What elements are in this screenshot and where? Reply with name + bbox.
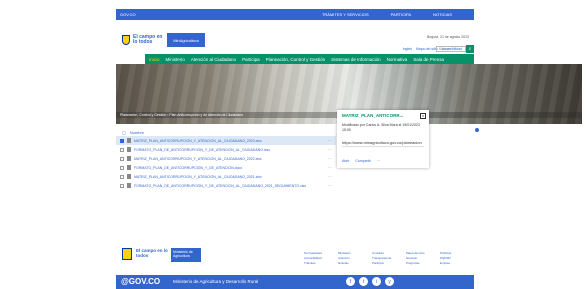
- footer-link[interactable]: Atención: [338, 256, 370, 260]
- document-library: ▢ Nombre MATRIZ_PLAN_ANTICORRUPCION_Y_AT…: [116, 128, 336, 190]
- footer-link[interactable]: Participa: [372, 261, 404, 265]
- top-nav-noticias[interactable]: NOTICIAS: [433, 12, 452, 17]
- file-row[interactable]: FORMATO_PLAN_DE_ANTICORRUPCION_Y_DE_ATEN…: [116, 163, 336, 172]
- footer-link[interactable]: Preguntas: [406, 261, 438, 265]
- more-options-icon[interactable]: ···: [328, 165, 336, 170]
- top-nav: TRÁMITES Y SERVICIOS PARTICIPA NOTICIAS: [322, 12, 452, 17]
- popup-title: MATRIZ_PLAN_ANTICORR...: [342, 113, 404, 118]
- open-button[interactable]: Abrir: [342, 159, 349, 163]
- footer-link[interactable]: Noticias: [338, 261, 370, 265]
- info-icon[interactable]: [475, 128, 479, 132]
- nav-item-inicio[interactable]: Inicio: [149, 57, 160, 62]
- site-footer: El campo en lo todos Ministerio de Agric…: [116, 247, 474, 273]
- file-type-icon: ▢: [122, 129, 126, 135]
- gov-topbar: GOV.CO TRÁMITES Y SERVICIOS PARTICIPA NO…: [116, 9, 474, 20]
- search-icon[interactable]: ⌕: [466, 45, 474, 53]
- document-icon: [127, 183, 131, 188]
- youtube-icon[interactable]: y: [385, 277, 394, 286]
- file-row[interactable]: FORMATO_PLAN_DE_ANTICORRUPCION_Y_DE_ATEN…: [116, 181, 336, 190]
- govco-logo[interactable]: @GOV.CO: [121, 277, 160, 286]
- file-row[interactable]: MATRIZ_PLAN_ANTICORRUPCION_Y_ATENCION_AL…: [116, 136, 336, 145]
- current-date: Bogotá, 21 de agosto 2023: [426, 35, 469, 39]
- document-icon: [127, 156, 131, 161]
- site-header: El campo en lo todos MinAgricultura Bogo…: [116, 30, 474, 53]
- footer-link[interactable]: Transparencia: [372, 256, 404, 260]
- popup-description: Modificado por Carlos A. Silva Mora el 1…: [342, 123, 420, 132]
- nav-item-atencion[interactable]: Atención al Ciudadano: [191, 57, 236, 62]
- more-button[interactable]: ···: [377, 159, 381, 163]
- checkbox[interactable]: [120, 165, 124, 170]
- nav-item-ministerio[interactable]: Ministerio: [166, 57, 185, 62]
- footer-links: Normatividad Ministerio Contacto Mapa de…: [304, 251, 472, 265]
- checkbox[interactable]: [120, 174, 124, 179]
- instagram-icon[interactable]: i: [372, 277, 381, 286]
- checkbox[interactable]: [120, 183, 124, 188]
- footer-link[interactable]: Accesibilidad: [304, 256, 336, 260]
- more-options-icon[interactable]: ···: [328, 138, 336, 143]
- footer-link[interactable]: Contacto: [372, 251, 404, 255]
- file-name[interactable]: FORMATO_PLAN_DE_ANTICORRUPCION_Y_DE_ATEN…: [134, 148, 328, 152]
- file-name[interactable]: MATRIZ_PLAN_ANTICORRUPCION_Y_ATENCION_AL…: [134, 157, 328, 161]
- checkbox[interactable]: [120, 156, 124, 161]
- footer-link[interactable]: Ministerio: [338, 251, 370, 255]
- nav-item-sistemas[interactable]: Sistemas de Información: [331, 57, 381, 62]
- top-nav-tramites[interactable]: TRÁMITES Y SERVICIOS: [322, 12, 369, 17]
- nav-item-participa[interactable]: Participa: [242, 57, 260, 62]
- file-row[interactable]: MATRIZ_PLAN_ANTICORRUPCION_Y_ATENCION_AL…: [116, 172, 336, 181]
- file-row[interactable]: MATRIZ_PLAN_ANTICORRUPCION_Y_ATENCION_AL…: [116, 154, 336, 163]
- file-name[interactable]: MATRIZ_PLAN_ANTICORRUPCION_Y_ATENCION_AL…: [134, 175, 328, 179]
- popup-actions: Abrir Compartir ···: [342, 159, 380, 163]
- library-header: ▢ Nombre: [116, 128, 336, 136]
- top-nav-participa[interactable]: PARTICIPA: [391, 12, 411, 17]
- colombia-shield-icon: [122, 248, 132, 260]
- checkbox[interactable]: [120, 138, 124, 143]
- nav-item-prensa[interactable]: Sala de Prensa: [413, 57, 444, 62]
- util-link-mapa[interactable]: Mapa del sitio: [416, 47, 438, 51]
- social-links: f t i y: [346, 277, 394, 286]
- potencia-logo[interactable]: El campo en lo todos: [133, 35, 163, 45]
- more-options-icon[interactable]: ···: [328, 174, 336, 179]
- util-link-ingles[interactable]: Inglés: [403, 47, 412, 51]
- footer-link[interactable]: Empleo: [440, 261, 472, 265]
- close-icon[interactable]: ×: [420, 113, 426, 119]
- share-button[interactable]: Compartir: [355, 159, 370, 163]
- checkbox[interactable]: [120, 147, 124, 152]
- twitter-icon[interactable]: t: [359, 277, 368, 286]
- document-icon: [127, 147, 131, 152]
- colombia-shield-icon: [122, 35, 130, 45]
- file-preview-popup: MATRIZ_PLAN_ANTICORR... × Modificado por…: [337, 110, 429, 168]
- footer-ministry-logo[interactable]: Ministerio de Agricultura: [171, 248, 201, 262]
- search-input[interactable]: Buscar: [436, 46, 466, 52]
- footer-link[interactable]: Glosario: [406, 256, 438, 260]
- file-row[interactable]: FORMATO_PLAN_DE_ANTICORRUPCION_Y_DE_ATEN…: [116, 145, 336, 154]
- footer-potencia-logo[interactable]: El campo en lo todos: [136, 248, 168, 262]
- more-options-icon[interactable]: ···: [328, 147, 336, 152]
- file-name[interactable]: FORMATO_PLAN_DE_ANTICORRUPCION_Y_DE_ATEN…: [134, 184, 328, 188]
- file-name[interactable]: MATRIZ_PLAN_ANTICORRUPCION_Y_ATENCION_AL…: [134, 139, 328, 143]
- document-icon: [127, 165, 131, 170]
- footer-link[interactable]: Normatividad: [304, 251, 336, 255]
- document-icon: [127, 138, 131, 143]
- popup-url-field[interactable]: https://www.minagricultura.gov.co/planea…: [342, 140, 424, 147]
- page: GOV.CO TRÁMITES Y SERVICIOS PARTICIPA NO…: [0, 0, 586, 289]
- file-name[interactable]: FORMATO_PLAN_DE_ANTICORRUPCION_Y_DE_ATEN…: [134, 166, 328, 170]
- govco-link[interactable]: GOV.CO: [116, 12, 136, 17]
- govco-bottom-bar: @GOV.CO Ministerio de Agricultura y Desa…: [116, 275, 474, 289]
- more-options-icon[interactable]: ···: [328, 183, 336, 188]
- footer-link[interactable]: Trámites: [304, 261, 336, 265]
- facebook-icon[interactable]: f: [346, 277, 355, 286]
- main-nav: Inicio Ministerio Atención al Ciudadano …: [145, 54, 474, 64]
- more-options-icon[interactable]: ···: [328, 156, 336, 161]
- nav-item-planeacion[interactable]: Planeación, Control y Gestión: [266, 57, 326, 62]
- document-icon: [127, 174, 131, 179]
- nav-item-normativa[interactable]: Normativa: [387, 57, 408, 62]
- footer-link[interactable]: Mapa del sitio: [406, 251, 438, 255]
- footer-link[interactable]: Políticas: [440, 251, 472, 255]
- footer-link[interactable]: PQRSD: [440, 256, 472, 260]
- minagricultura-logo[interactable]: MinAgricultura: [167, 33, 205, 47]
- ministry-name: Ministerio de Agricultura y Desarrollo R…: [173, 279, 259, 284]
- name-column-header[interactable]: Nombre: [130, 130, 144, 135]
